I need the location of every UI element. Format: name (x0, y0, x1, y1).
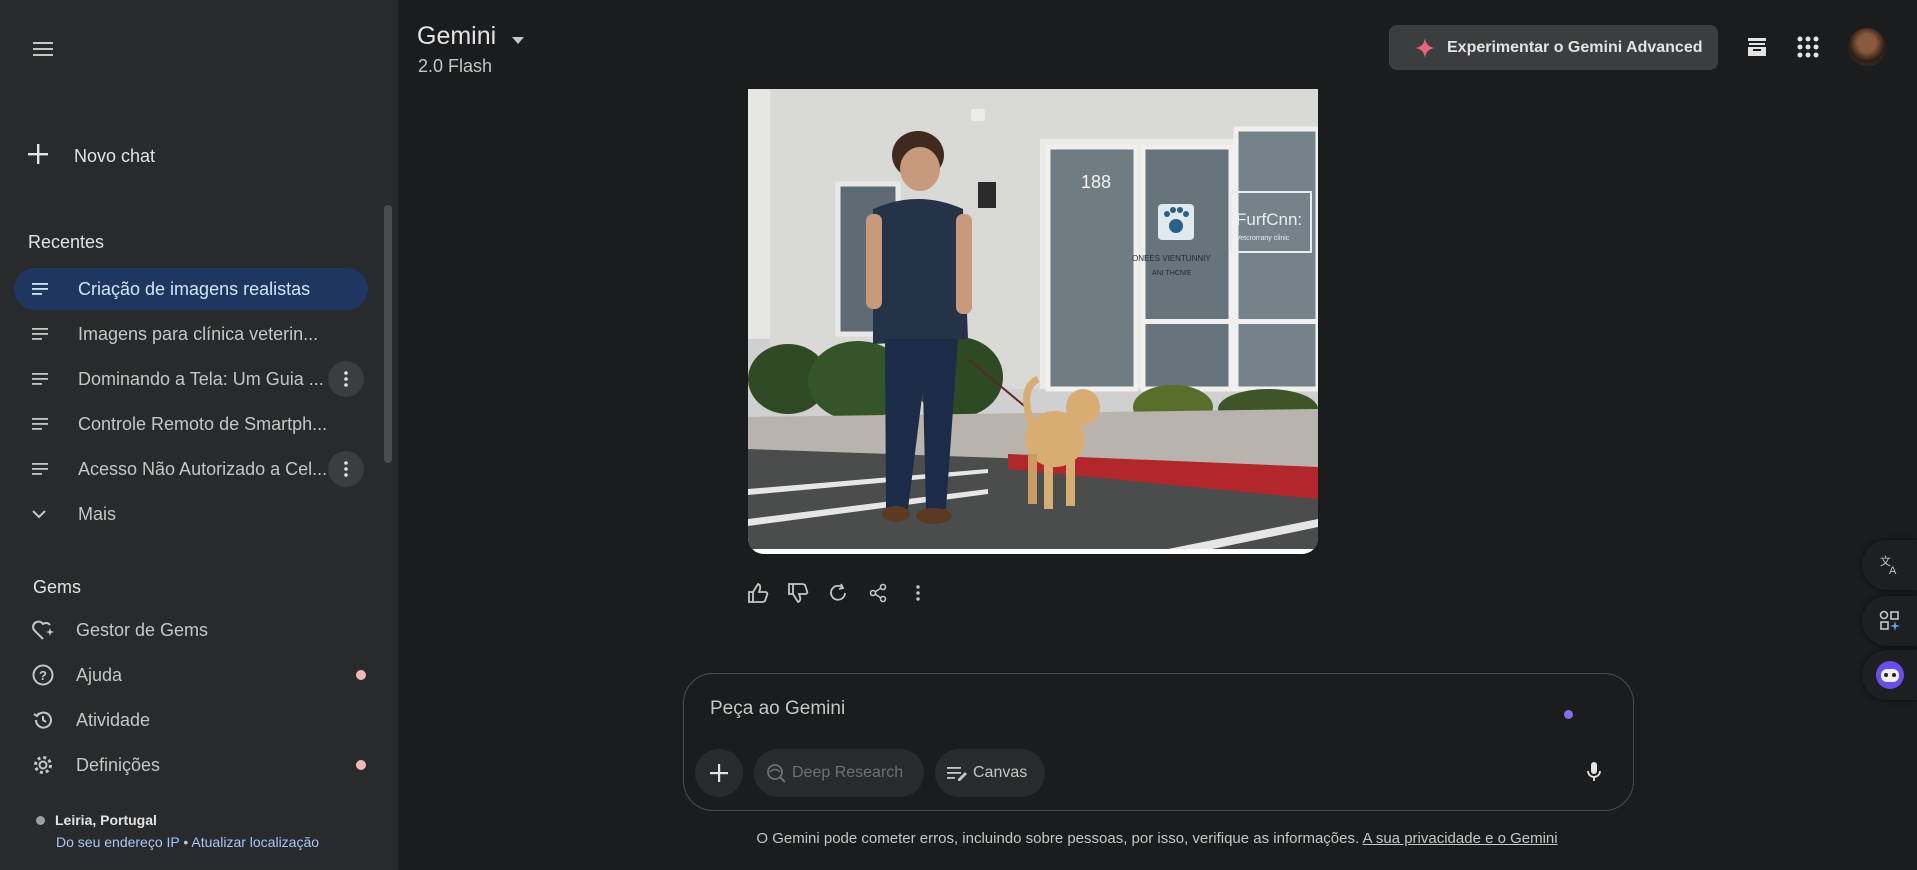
help-link[interactable]: ? Ajuda (30, 655, 122, 695)
gem-manager-link[interactable]: Gestor de Gems (30, 610, 208, 650)
clinic-sign-subtext: Vetcrorrany clinic (1236, 235, 1290, 242)
more-options-icon[interactable] (328, 361, 364, 397)
recent-chat-item[interactable]: Acesso Não Autorizado a Cel... (14, 448, 368, 490)
location-dot-icon (36, 815, 45, 825)
prompt-composer[interactable]: Peça ao Gemini Deep Research Canvas (683, 673, 1634, 811)
canvas-icon (947, 765, 967, 781)
generated-image[interactable]: 188 ONEES VIENTUNNIY ANI THCNIE FurfCnn:… (748, 89, 1318, 554)
gem-heart-icon (30, 619, 56, 641)
microphone-icon[interactable] (1586, 761, 1602, 788)
building-number: 188 (1081, 172, 1111, 192)
sparkle-icon (1415, 37, 1435, 58)
prompt-input-placeholder[interactable]: Peça ao Gemini (710, 698, 845, 720)
extensions-icon (1879, 610, 1900, 631)
settings-label: Definições (76, 754, 161, 775)
model-name: 2.0 Flash (418, 56, 493, 76)
help-icon: ? (30, 664, 56, 686)
chat-lines-icon (32, 283, 62, 295)
extensions-tab[interactable] (1862, 596, 1917, 646)
status-dot (1564, 710, 1573, 719)
gem-manager-label: Gestor de Gems (76, 619, 209, 640)
settings-link[interactable]: Definições (30, 745, 160, 785)
canvas-label: Canvas (973, 764, 1028, 781)
activity-label: Atividade (76, 709, 151, 730)
response-actions (746, 578, 930, 608)
deep-research-button[interactable]: Deep Research (754, 749, 924, 797)
canvas-button[interactable]: Canvas (935, 749, 1045, 797)
apps-grid-icon[interactable] (1793, 32, 1823, 62)
translate-tab[interactable]: 文A (1862, 540, 1917, 590)
disclaimer: O Gemini pode cometer erros, incluindo s… (0, 830, 1917, 847)
app-title: Gemini (417, 22, 497, 50)
svg-text:?: ? (39, 668, 47, 683)
history-icon (30, 709, 56, 731)
share-icon[interactable] (866, 578, 890, 608)
add-attachment-button[interactable] (695, 749, 743, 797)
location-place: Leiria, Portugal (55, 812, 157, 828)
chat-lines-icon (32, 328, 62, 340)
recent-chat-label: Criação de imagens realistas (78, 278, 311, 299)
plus-icon (710, 764, 728, 782)
translate-icon: 文A (1880, 554, 1897, 576)
gems-section-title: Gems (33, 577, 82, 597)
settings-notification-badge (356, 760, 366, 770)
privacy-link[interactable]: A sua privacidade e o Gemini (1363, 830, 1558, 847)
help-label: Ajuda (76, 664, 123, 685)
try-advanced-button[interactable]: Experimentar o Gemini Advanced (1389, 25, 1718, 70)
chat-lines-icon (32, 418, 62, 430)
user-avatar[interactable] (1848, 28, 1886, 66)
more-vert-icon[interactable] (906, 578, 930, 608)
svg-text:A: A (1889, 565, 1897, 576)
sidebar-scrollbar[interactable] (384, 205, 392, 463)
disclaimer-text: O Gemini pode cometer erros, incluindo s… (756, 830, 1360, 847)
recent-chat-item[interactable]: Imagens para clínica veterin... (14, 313, 368, 355)
thumbs-up-icon[interactable] (746, 578, 770, 608)
recent-chat-item[interactable]: Criação de imagens realistas (14, 268, 368, 310)
help-notification-badge (356, 670, 366, 680)
recent-chat-label: Controle Remoto de Smartph... (78, 413, 328, 434)
chat-lines-icon (32, 373, 62, 385)
model-selector[interactable]: Gemini (417, 22, 525, 51)
recent-chat-label: Dominando a Tela: Um Guia ... (78, 368, 324, 389)
thumbs-down-icon[interactable] (786, 578, 810, 608)
clinic-sign-text: FurfCnn: (1236, 210, 1302, 229)
show-more-label: Mais (78, 503, 117, 524)
main-menu-icon[interactable] (22, 28, 64, 70)
try-advanced-label: Experimentar o Gemini Advanced (1447, 38, 1703, 56)
deep-research-icon (766, 763, 786, 783)
dropdown-caret-icon (512, 22, 525, 51)
assistant-bot-icon (1875, 661, 1904, 689)
assistant-tab[interactable] (1862, 650, 1917, 700)
recent-chat-item[interactable]: Controle Remoto de Smartph... (14, 403, 368, 445)
regenerate-icon[interactable] (826, 578, 850, 608)
archive-icon[interactable] (1742, 32, 1772, 62)
chevron-down-icon (32, 509, 62, 519)
window-sign-subtext: ANI THCNIE (1152, 270, 1192, 277)
window-sign-text: ONEES VIENTUNNIY (1132, 254, 1211, 263)
recent-chat-item[interactable]: Dominando a Tela: Um Guia ... (14, 358, 368, 400)
activity-link[interactable]: Atividade (30, 700, 150, 740)
new-chat-button[interactable]: Novo chat (28, 138, 155, 174)
recent-chat-label: Imagens para clínica veterin... (78, 323, 319, 344)
plus-icon (28, 143, 48, 169)
gear-icon (30, 754, 56, 776)
recent-chat-label: Acesso Não Autorizado a Cel... (78, 458, 328, 479)
sidebar: Novo chat Recentes Criação de imagens re… (0, 0, 398, 870)
recent-section-title: Recentes (28, 232, 105, 252)
new-chat-label: Novo chat (74, 145, 156, 166)
deep-research-label: Deep Research (792, 764, 904, 781)
show-more-button[interactable]: Mais (14, 493, 368, 535)
chat-lines-icon (32, 463, 62, 475)
more-options-icon[interactable] (328, 451, 364, 487)
